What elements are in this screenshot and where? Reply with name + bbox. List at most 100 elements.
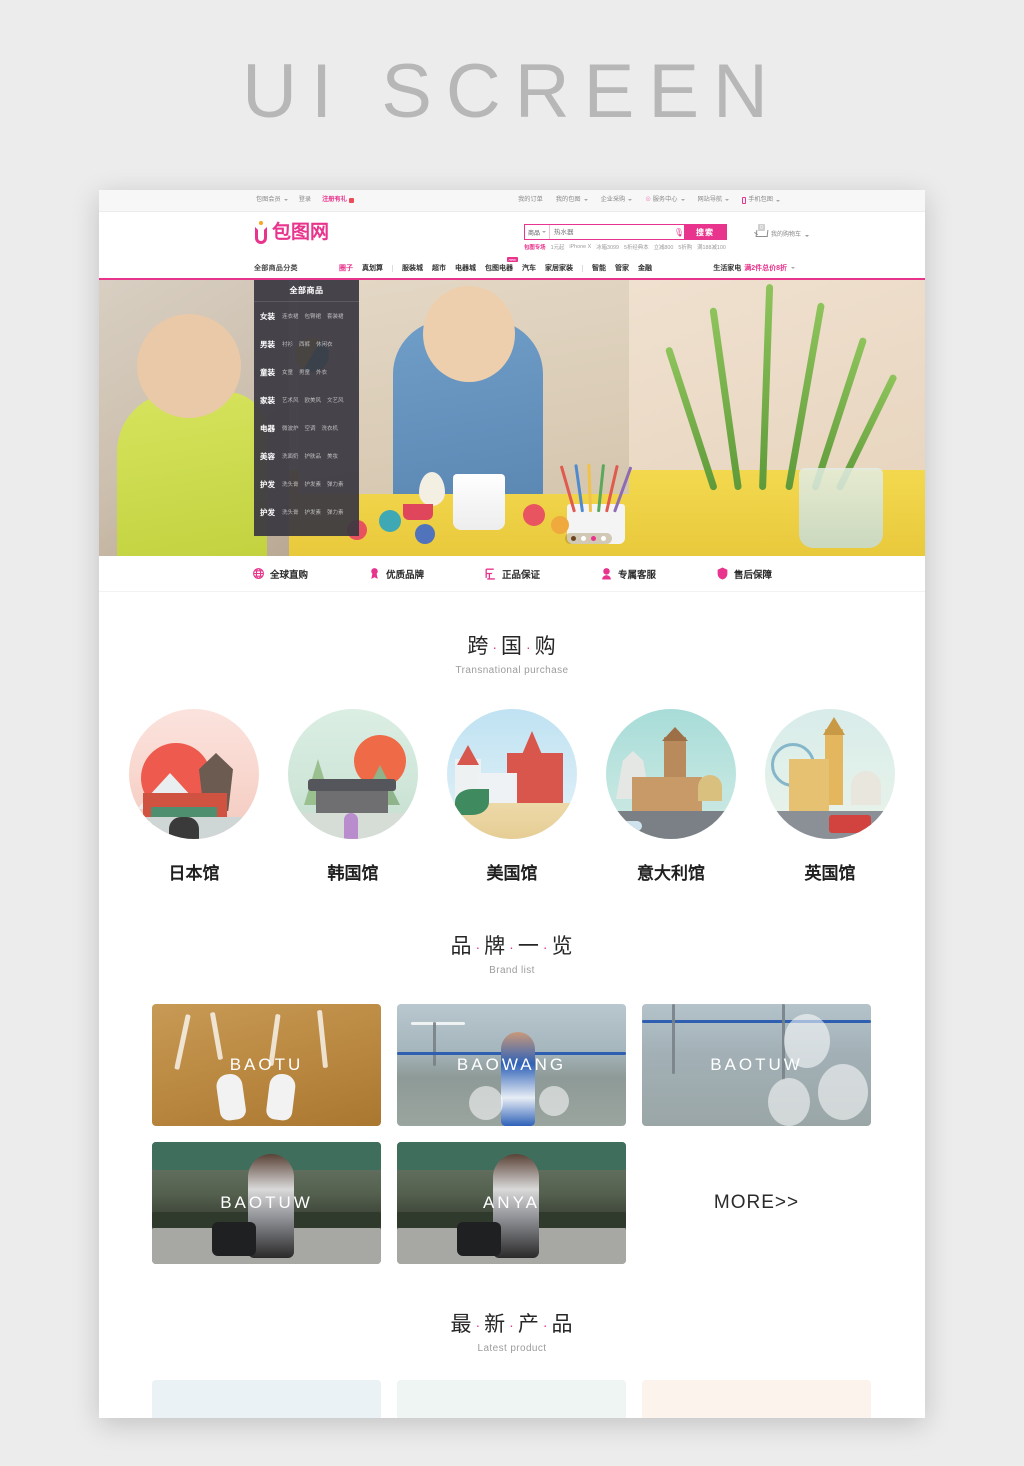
country-item-japan[interactable]: 日本馆 (129, 709, 259, 884)
flyout-sub-link[interactable]: 微波炉 (282, 424, 299, 432)
flyout-sub-link[interactable]: 外衣 (316, 368, 327, 376)
flyout-sub-link[interactable]: 护肤品 (305, 452, 322, 460)
flyout-sub-link[interactable]: 文艺风 (327, 396, 344, 404)
nav-link-deals[interactable]: 真划算 (362, 263, 383, 273)
service-item-after-sales[interactable]: 售后保障 (716, 567, 772, 581)
carousel-dot-active[interactable] (591, 536, 596, 541)
hotword-item[interactable]: 5折经典本 (624, 243, 649, 251)
hotword-item[interactable]: 立减800 (654, 243, 674, 251)
cart-button[interactable]: 0 我的购物车 (754, 224, 809, 240)
flyout-sub-link[interactable]: 美妆 (327, 452, 338, 460)
flyout-sub-link[interactable]: 衬衫 (282, 340, 293, 348)
search-category-select[interactable]: 商品 (525, 225, 550, 239)
flyout-sub-link[interactable]: 护发素 (305, 508, 322, 516)
topbar-link-login[interactable]: 登录 (299, 197, 311, 203)
search-input[interactable] (550, 225, 674, 239)
country-item-usa[interactable]: 美国馆 (447, 709, 577, 884)
product-card-3[interactable] (642, 1380, 871, 1418)
flyout-sub-link[interactable]: 连衣裙 (282, 312, 299, 320)
country-item-korea[interactable]: 韩国馆 (288, 709, 418, 884)
hotword-item[interactable]: iPhone X (569, 244, 591, 250)
hotword-item[interactable]: 满188减100 (697, 243, 726, 251)
flyout-row-haircare-1[interactable]: 护发 洗头膏 护发素 弹力素 (254, 470, 359, 498)
flyout-sub-link[interactable]: 洗衣机 (322, 424, 339, 432)
topbar-link-sitemap[interactable]: 网站导航 (698, 197, 730, 203)
carousel-dot[interactable] (571, 536, 576, 541)
nav-link-cars[interactable]: 汽车 (522, 263, 536, 273)
flyout-sub-link[interactable]: 欧美风 (305, 396, 322, 404)
nav-all-categories[interactable]: 全部商品分类 (254, 263, 298, 273)
flyout-row-haircare-2[interactable]: 护发 洗头膏 护发素 弹力素 (254, 498, 359, 526)
nav-link-home[interactable]: 家居家装 (545, 263, 573, 273)
flyout-row-decor[interactable]: 家装 艺术风 欧美风 文艺风 (254, 386, 359, 414)
phone-icon (742, 197, 747, 204)
hotwords-lead: 包图专场 (524, 245, 546, 251)
hotword-item[interactable]: 1元起 (551, 243, 565, 251)
nav-promo[interactable]: 生活家电 满2件总价8折 (713, 263, 795, 273)
nav-link-baotu-appliance-label: 包图电器 (485, 265, 513, 272)
nav-link-finance[interactable]: 金融 (638, 263, 652, 273)
flyout-sub-link[interactable]: 护发素 (305, 480, 322, 488)
microphone-icon[interactable]: 🎙 (674, 225, 684, 239)
product-card-1[interactable] (152, 1380, 381, 1418)
topbar-link-orders[interactable]: 我的订单 (518, 197, 543, 203)
nav-link-supermarket[interactable]: 超市 (432, 263, 446, 273)
service-item-quality-brand[interactable]: 优质品牌 (368, 567, 424, 581)
brand-more-button[interactable]: MORE>> (642, 1142, 871, 1264)
country-illustration (447, 709, 577, 839)
topbar-link-register[interactable]: 注册有礼 (322, 197, 354, 203)
flyout-sub-link[interactable]: 西裤 (299, 340, 310, 348)
flyout-row-beauty[interactable]: 美容 洗面奶 护肤品 美妆 (254, 442, 359, 470)
hotword-item[interactable]: 冰箱3099 (596, 243, 619, 251)
topbar-link-my-baotu[interactable]: 我的包图 (556, 197, 588, 203)
flyout-row-appliance[interactable]: 电器 微波炉 空调 洗衣机 (254, 414, 359, 442)
nav-link-appliances[interactable]: 电器城 (455, 263, 476, 273)
carousel-dot[interactable] (581, 536, 586, 541)
brand-card-anya[interactable]: ANYA (397, 1142, 626, 1264)
country-name: 美国馆 (486, 864, 538, 883)
nav-link-clothing[interactable]: 服装城 (402, 263, 423, 273)
topbar-link-service-center[interactable]: ☉ 服务中心 (645, 197, 685, 203)
topbar-link-enterprise[interactable]: 企业采购 (601, 197, 633, 203)
topbar-link-mobile[interactable]: 手机包图 (742, 197, 780, 204)
topbar-link-member[interactable]: 包图会员 (256, 197, 288, 203)
flyout-sub-link[interactable]: 艺术风 (282, 396, 299, 404)
flyout-sub-link[interactable]: 洗头膏 (282, 480, 299, 488)
flyout-sub-link[interactable]: 空调 (305, 424, 316, 432)
product-card-2[interactable] (397, 1380, 626, 1418)
brand-card-baotuw-2[interactable]: BAOTUW (152, 1142, 381, 1264)
hero-banner[interactable]: 全部商品 女装 连衣裙 包臀裙 套装裙 男装 衬衫 西裤 休闲衣 童装 女童 男… (99, 280, 925, 556)
nav-links: 圈子 真划算 服装城 超市 电器城 包图电器 new 汽车 家居家装 智能 管家… (339, 257, 652, 273)
flyout-row-men[interactable]: 男装 衬衫 西裤 休闲衣 (254, 330, 359, 358)
brand-card-baowang[interactable]: BAOWANG (397, 1004, 626, 1126)
flyout-sub-link[interactable]: 男童 (299, 368, 310, 376)
search-button[interactable]: 搜索 (684, 225, 726, 239)
service-item-authentic[interactable]: 正品保证 (484, 567, 540, 581)
flyout-sub-link[interactable]: 包臀裙 (305, 312, 322, 320)
nav-link-quanzi[interactable]: 圈子 (339, 263, 353, 273)
flyout-sub-link[interactable]: 弹力素 (327, 480, 344, 488)
brand-card-baotu[interactable]: BAOTU (152, 1004, 381, 1126)
flyout-sub-link[interactable]: 套装裙 (327, 312, 344, 320)
flyout-sub-link[interactable]: 洗头膏 (282, 508, 299, 516)
nav-link-baotu-appliance[interactable]: 包图电器 new (485, 257, 518, 273)
flyout-sub-link[interactable]: 洗面奶 (282, 452, 299, 460)
site-logo[interactable]: 包图网 (254, 221, 329, 245)
nav-link-smart[interactable]: 智能 (592, 263, 606, 273)
carousel-dot[interactable] (601, 536, 606, 541)
service-item-global-purchase[interactable]: 全球直购 (252, 567, 308, 581)
service-item-support[interactable]: 专属客服 (600, 567, 656, 581)
shield-icon (716, 567, 729, 580)
country-item-uk[interactable]: 英国馆 (765, 709, 895, 884)
hero-photo-mug (453, 474, 505, 530)
flyout-row-women[interactable]: 女装 连衣裙 包臀裙 套装裙 (254, 302, 359, 330)
site-header: 包图网 商品 🎙 搜索 包图专场 1元起 iPhone X 冰箱3099 (99, 212, 925, 258)
brand-card-baotuw-1[interactable]: BAOTUW (642, 1004, 871, 1126)
country-item-italy[interactable]: 意大利馆 (606, 709, 736, 884)
nav-link-butler[interactable]: 管家 (615, 263, 629, 273)
flyout-sub-link[interactable]: 女童 (282, 368, 293, 376)
flyout-row-kids[interactable]: 童装 女童 男童 外衣 (254, 358, 359, 386)
flyout-sub-link[interactable]: 弹力素 (327, 508, 344, 516)
flyout-sub-link[interactable]: 休闲衣 (316, 340, 333, 348)
hotword-item[interactable]: 5折购 (678, 243, 692, 251)
